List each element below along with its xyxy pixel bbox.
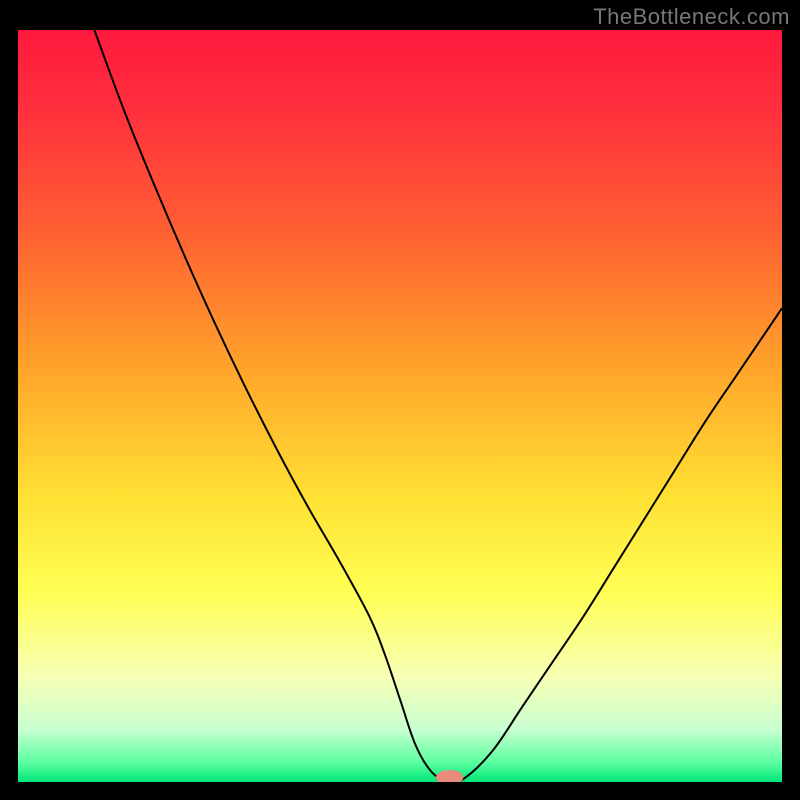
chart-svg: [18, 30, 782, 782]
chart-background: [18, 30, 782, 782]
chart-frame: TheBottleneck.com: [0, 0, 800, 800]
watermark-text: TheBottleneck.com: [593, 4, 790, 30]
plot-area: [18, 30, 782, 782]
